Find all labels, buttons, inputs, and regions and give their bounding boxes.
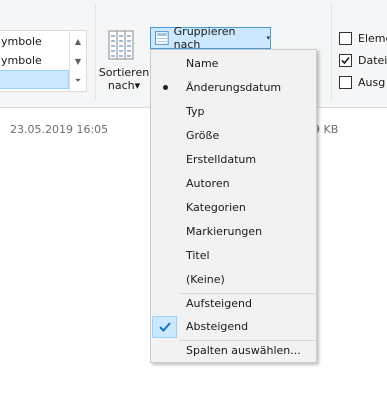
checkbox-label: Eleme bbox=[358, 31, 387, 45]
menu-item-size[interactable]: Größe bbox=[151, 125, 316, 147]
checkbox-file-extensions[interactable]: Datei bbox=[339, 52, 387, 68]
gallery-scroll-up-button[interactable]: ▲ bbox=[70, 31, 86, 51]
menu-item-label: Typ bbox=[186, 105, 205, 118]
checkbox-hidden-items[interactable]: Ausg bbox=[339, 74, 385, 90]
menu-item-date-modified[interactable]: Änderungsdatum bbox=[151, 77, 316, 99]
menu-item-none[interactable]: (Keine) bbox=[151, 269, 316, 291]
sort-by-label-line1: Sortieren bbox=[98, 66, 150, 79]
menu-item-label: Aufsteigend bbox=[186, 297, 252, 310]
checkmark-icon bbox=[341, 56, 350, 64]
sort-by-button[interactable]: Sortieren nach▾ bbox=[96, 28, 152, 94]
checkbox[interactable] bbox=[339, 31, 352, 45]
group-by-menu: Name Änderungsdatum Typ Größe Erstelldat… bbox=[150, 49, 317, 363]
menu-item-label: Absteigend bbox=[186, 320, 249, 333]
menu-item-categories[interactable]: Kategorien bbox=[151, 197, 316, 219]
layout-option-icons[interactable]: ymbole bbox=[0, 32, 69, 51]
menu-item-label: Autoren bbox=[186, 177, 230, 190]
checkbox[interactable] bbox=[339, 53, 352, 67]
menu-item-label: (Keine) bbox=[186, 273, 225, 286]
checkbox[interactable] bbox=[339, 75, 352, 89]
sort-columns-icon bbox=[108, 30, 134, 60]
menu-item-label: Markierungen bbox=[186, 225, 263, 238]
gallery-scroll-down-button[interactable]: ▼ bbox=[70, 51, 86, 71]
menu-item-descending[interactable]: Absteigend bbox=[151, 316, 316, 338]
menu-item-label: Änderungsdatum bbox=[186, 81, 282, 94]
bullet-icon bbox=[163, 85, 168, 90]
layout-gallery: ymbole ymbole ▲ ▼ ⏷ bbox=[0, 30, 87, 92]
chevron-down-icon: ▾ bbox=[134, 79, 141, 92]
menu-item-tags[interactable]: Markierungen bbox=[151, 221, 316, 243]
group-by-button[interactable]: Gruppieren nach ▾ bbox=[150, 25, 271, 51]
menu-item-label: Titel bbox=[186, 249, 210, 262]
menu-item-choose-columns[interactable]: Spalten auswählen... bbox=[151, 340, 316, 362]
menu-item-label: Erstelldatum bbox=[186, 153, 257, 166]
group-separator-2 bbox=[331, 4, 332, 100]
sort-by-label-line2: nach bbox=[107, 79, 135, 92]
checkmark-icon bbox=[152, 316, 177, 338]
layout-option-selected[interactable] bbox=[0, 70, 69, 89]
file-modified-date: 23.05.2019 16:05 bbox=[10, 123, 109, 136]
gallery-more-button[interactable]: ⏷ bbox=[70, 71, 86, 91]
menu-item-authors[interactable]: Autoren bbox=[151, 173, 316, 195]
checkbox-item-checkboxes[interactable]: Eleme bbox=[339, 30, 387, 46]
menu-item-label: Größe bbox=[186, 129, 220, 142]
menu-item-ascending[interactable]: Aufsteigend bbox=[151, 293, 316, 315]
gallery-scrollbar: ▲ ▼ ⏷ bbox=[69, 31, 86, 91]
menu-item-name[interactable]: Name bbox=[151, 53, 316, 75]
chevron-down-icon: ▾ bbox=[266, 34, 270, 42]
group-by-icon bbox=[155, 31, 169, 45]
menu-item-label: Name bbox=[186, 57, 219, 70]
layout-option-icons-2[interactable]: ymbole bbox=[0, 51, 69, 70]
menu-item-label: Kategorien bbox=[186, 201, 246, 214]
menu-item-date-created[interactable]: Erstelldatum bbox=[151, 149, 316, 171]
checkbox-label: Datei bbox=[358, 53, 387, 67]
checkbox-label: Ausg bbox=[358, 75, 386, 89]
menu-item-title[interactable]: Titel bbox=[151, 245, 316, 267]
group-by-label: Gruppieren nach bbox=[173, 25, 236, 51]
sort-by-label: Sortieren nach▾ bbox=[96, 66, 152, 92]
menu-item-type[interactable]: Typ bbox=[151, 101, 316, 123]
menu-item-label: Spalten auswählen... bbox=[186, 344, 301, 357]
